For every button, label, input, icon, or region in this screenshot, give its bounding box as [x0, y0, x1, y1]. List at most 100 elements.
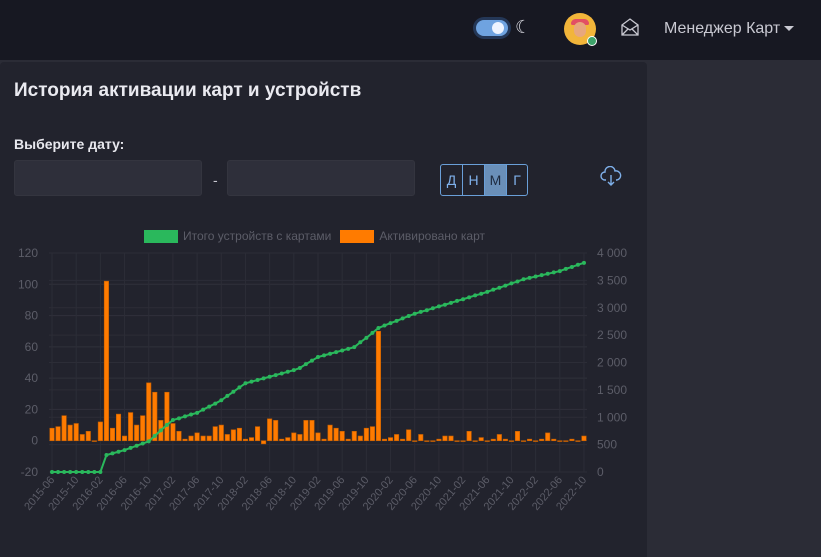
line-point [557, 269, 562, 274]
bar-activated-cards [218, 424, 224, 442]
line-point [158, 428, 163, 433]
line-point [400, 316, 405, 321]
line-point [503, 283, 508, 288]
line-point [110, 451, 115, 456]
bar-activated-cards [49, 427, 55, 442]
bar-activated-cards [97, 421, 103, 442]
line-point [285, 369, 290, 374]
bar-activated-cards [472, 440, 478, 442]
bar-activated-cards [418, 434, 424, 442]
bar-activated-cards [55, 426, 61, 442]
line-point [98, 470, 103, 474]
line-point [382, 323, 387, 328]
line-point [436, 304, 441, 309]
line-point [128, 445, 133, 450]
bar-activated-cards [575, 440, 581, 442]
line-point [479, 291, 484, 296]
line-point [219, 398, 224, 403]
line-point [164, 422, 169, 427]
bar-activated-cards [339, 431, 345, 442]
bar-activated-cards [394, 434, 400, 442]
bar-activated-cards [436, 438, 442, 442]
line-point [334, 350, 339, 355]
line-point [140, 441, 145, 446]
bar-activated-cards [490, 438, 496, 442]
line-point [545, 271, 550, 276]
bar-activated-cards [230, 429, 236, 442]
line-point [581, 260, 586, 265]
line-point [467, 295, 472, 300]
bar-activated-cards [267, 418, 273, 442]
y-right-tick-label: 3 500 [597, 273, 627, 287]
line-point [104, 453, 109, 458]
line-point [122, 448, 127, 453]
line-point [509, 281, 514, 286]
bar-activated-cards [478, 437, 484, 442]
bar-activated-cards [309, 420, 315, 442]
bar-activated-cards [273, 420, 279, 442]
bar-activated-cards [134, 424, 140, 442]
y-right-tick-label: 500 [597, 438, 617, 452]
line-point [491, 287, 496, 292]
user-menu-dropdown[interactable]: Менеджер Карт [664, 20, 795, 38]
bar-activated-cards [146, 382, 152, 442]
line-point [50, 470, 55, 474]
line-point [279, 371, 284, 376]
y-left-tick-label: 0 [31, 434, 38, 448]
bar-activated-cards [327, 424, 333, 442]
line-point [485, 289, 490, 294]
line-point [352, 345, 357, 350]
bar-activated-cards [357, 435, 363, 442]
bar-activated-cards [424, 440, 430, 442]
bar-activated-cards [569, 438, 575, 442]
y-right-tick-label: 1 500 [597, 383, 627, 397]
bar-activated-cards [460, 440, 466, 442]
bar-activated-cards [224, 434, 230, 442]
bar-activated-cards [381, 438, 388, 442]
bar-activated-cards [484, 440, 490, 442]
bar-activated-cards [200, 435, 206, 442]
line-point [231, 389, 236, 394]
line-point [394, 318, 399, 323]
line-point [183, 414, 188, 419]
bar-activated-cards [291, 432, 297, 442]
bar-activated-cards [563, 440, 569, 442]
bar-activated-cards [182, 438, 188, 442]
line-point [56, 470, 61, 474]
bar-activated-cards [448, 435, 454, 442]
line-point [309, 358, 314, 363]
line-point [62, 470, 67, 474]
bar-activated-cards [261, 440, 267, 445]
y-left-tick-label: 80 [25, 309, 39, 323]
bar-activated-cards [303, 420, 309, 442]
bar-activated-cards [194, 432, 200, 442]
line-point [418, 309, 423, 314]
y-left-tick-label: -20 [21, 465, 39, 479]
line-point [358, 340, 363, 345]
bar-activated-cards [85, 431, 91, 442]
bar-activated-cards [406, 429, 412, 442]
y-right-tick-label: 0 [597, 465, 604, 479]
bar-activated-cards [67, 424, 73, 442]
line-point [316, 355, 320, 360]
y-right-tick-label: 2 000 [597, 356, 627, 370]
y-right-tick-label: 1 000 [597, 410, 627, 424]
line-point [346, 346, 351, 351]
line-point [442, 302, 447, 307]
line-point [515, 279, 520, 284]
bar-activated-cards [375, 330, 381, 442]
activation-chart: -20 0 20 40 60 80 100 120 0 500 1 000 1 500 2 000 2 5… [18, 246, 627, 513]
line-point [406, 313, 411, 318]
bar-activated-cards [206, 435, 212, 442]
bar-activated-cards [255, 426, 261, 442]
line-point [448, 300, 453, 305]
line-point [322, 353, 327, 358]
y-right-tick-label: 4 000 [597, 246, 627, 260]
bar-activated-cards [533, 440, 539, 442]
bar-activated-cards [496, 434, 502, 442]
line-point [455, 298, 460, 303]
bar-activated-cards [363, 427, 369, 442]
bar-activated-cards [502, 438, 508, 442]
line-point [86, 470, 91, 474]
line-point [116, 449, 121, 454]
